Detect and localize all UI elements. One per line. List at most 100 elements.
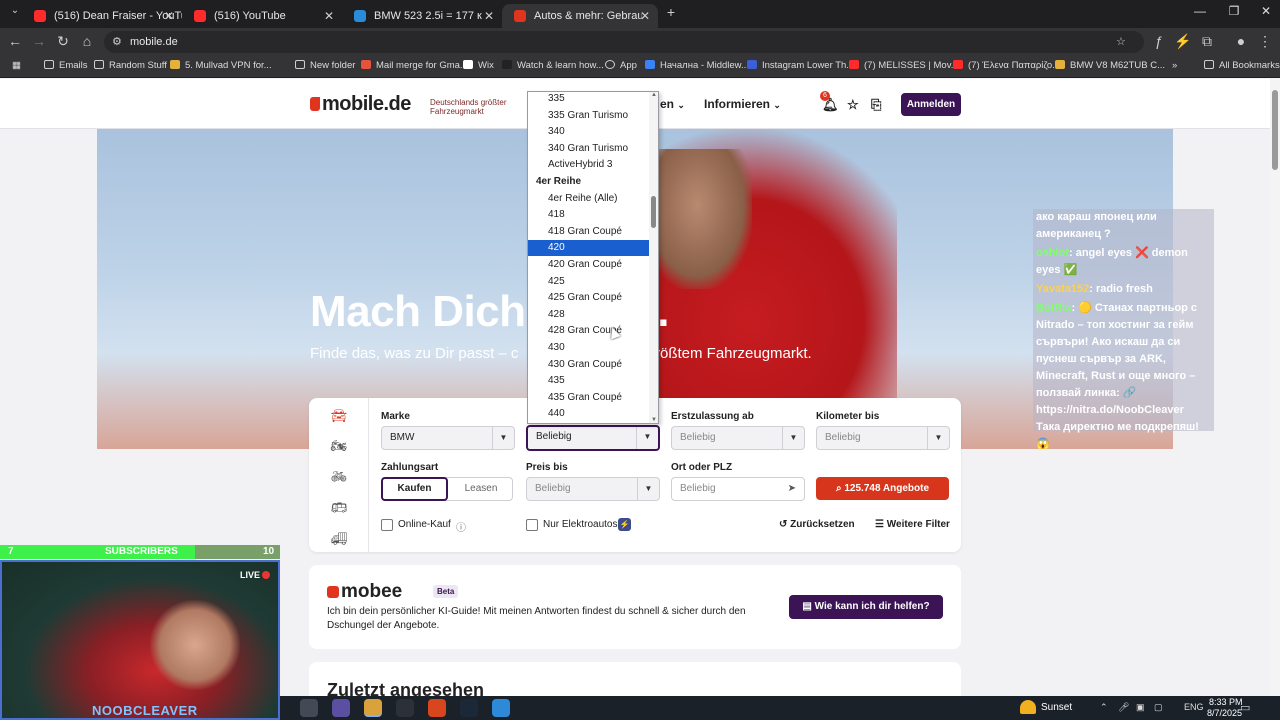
tab-close-icon[interactable]: ✕ xyxy=(484,6,494,26)
bookmark-mullvad[interactable]: 5. Mullvad VPN for... xyxy=(170,60,272,71)
taskbar-app-icon[interactable] xyxy=(300,699,318,717)
mobee-help-button[interactable]: ▤ Wie kann ich dir helfen? xyxy=(789,595,943,619)
page-scroll-thumb[interactable] xyxy=(1272,90,1278,170)
extension-icon[interactable]: ƒ xyxy=(1150,33,1168,49)
tab-close-icon[interactable]: ✕ xyxy=(164,6,174,26)
info-icon[interactable]: ⓘ xyxy=(456,519,466,534)
tray-icon[interactable]: ▢ xyxy=(1154,702,1163,713)
dropdown-option[interactable]: 428 xyxy=(528,307,650,323)
login-button[interactable]: Anmelden xyxy=(901,93,961,116)
tray-icon[interactable]: ⌃ xyxy=(1100,702,1108,713)
dropdown-option[interactable]: 430 xyxy=(528,340,650,356)
dropdown-scrollbar[interactable] xyxy=(649,92,658,423)
truck-icon[interactable]: 🚚︎ xyxy=(327,531,351,546)
dropdown-option[interactable]: 425 Gran Coupé xyxy=(528,290,650,306)
menu-icon[interactable]: ⋮ xyxy=(1256,33,1274,50)
lang-indicator[interactable]: ENG xyxy=(1184,702,1204,712)
dropdown-option[interactable]: 435 Gran Coupé xyxy=(528,390,650,406)
scroll-up-icon[interactable]: ▲ xyxy=(651,92,657,98)
marke-select[interactable]: BMW ▼ xyxy=(381,426,515,450)
leasen-option[interactable]: Leasen xyxy=(448,478,514,500)
modell-dropdown-list[interactable]: 335 335 Gran Turismo 340 340 Gran Turismo Ac… xyxy=(527,91,659,424)
motorcycle-icon[interactable]: 🏍︎ xyxy=(327,438,351,453)
scroll-down-icon[interactable]: ▼ xyxy=(651,417,657,423)
tray-icon[interactable]: ▣ xyxy=(1136,702,1145,713)
elektro-checkbox[interactable] xyxy=(526,519,538,531)
dropdown-option[interactable]: 440 xyxy=(528,406,650,422)
dropdown-scroll-thumb[interactable] xyxy=(651,196,656,228)
clock-date[interactable]: 8/7/2025 xyxy=(1207,708,1242,718)
dropdown-option[interactable]: 435 xyxy=(528,373,650,389)
site-info-icon[interactable]: ⚙ xyxy=(112,31,122,53)
more-filters-button[interactable]: ☰ Weitere Filter xyxy=(875,519,950,530)
location-icon[interactable]: ➤ xyxy=(788,478,796,500)
dropdown-option[interactable]: 428 Gran Coupé xyxy=(528,323,650,339)
taskbar-app-icon[interactable] xyxy=(428,699,446,717)
bookmarks-overflow-icon[interactable]: » xyxy=(1172,60,1177,71)
search-offers-button[interactable]: ⌕ 125.748 Angebote xyxy=(816,477,949,500)
taskbar-app-icon[interactable] xyxy=(492,699,510,717)
ort-input[interactable]: Beliebig ➤ xyxy=(671,477,805,501)
bookmark-watch-learn[interactable]: Watch & learn how... xyxy=(502,60,604,71)
page-scrollbar[interactable] xyxy=(1270,79,1280,696)
dropdown-option[interactable]: 4er Reihe (Alle) xyxy=(528,191,650,207)
home-icon[interactable]: ⌂ xyxy=(78,33,96,49)
dropdown-option[interactable]: 335 Gran Turismo xyxy=(528,108,650,124)
bookmark-nachalna[interactable]: Начална - Middlew... xyxy=(645,60,749,71)
close-window-icon[interactable]: ✕ xyxy=(1246,4,1280,18)
bookmark-wix[interactable]: Wix xyxy=(463,60,494,71)
bookmark-new-folder[interactable]: New folder xyxy=(295,60,355,71)
tray-icon[interactable]: 🎤︎ xyxy=(1118,702,1129,713)
clock-time[interactable]: 8:33 PM xyxy=(1209,697,1243,707)
extensions-puzzle-icon[interactable]: ⧉ xyxy=(1198,33,1216,50)
ebike-icon[interactable]: 🚲︎ xyxy=(327,469,351,484)
bookmark-icon[interactable]: ⎘ xyxy=(871,97,881,113)
car-icon[interactable]: 🚘︎ xyxy=(327,408,351,423)
bookmark-star-icon[interactable]: ☆ xyxy=(1116,31,1126,53)
bookmark-app[interactable]: App xyxy=(605,60,637,71)
tab-youtube[interactable]: (516) YouTube ✕ xyxy=(182,4,342,28)
modell-select[interactable]: Beliebig ▼ xyxy=(526,425,660,451)
dropdown-option[interactable]: 425 xyxy=(528,274,650,290)
apps-icon[interactable]: ▦ xyxy=(12,60,21,71)
bookmark-emails[interactable]: Emails xyxy=(44,60,88,71)
online-kauf-checkbox[interactable] xyxy=(381,519,393,531)
dropdown-option[interactable]: 335 xyxy=(528,92,650,107)
taskbar-app-icon[interactable] xyxy=(332,699,350,717)
reload-icon[interactable]: ↻ xyxy=(54,33,72,50)
dropdown-option[interactable]: 340 xyxy=(528,124,650,140)
dropdown-option[interactable]: 418 xyxy=(528,207,650,223)
mobile-de-logo[interactable]: mobile.de xyxy=(310,93,411,116)
profile-icon[interactable]: ● xyxy=(1232,33,1250,49)
tab-youtube-dean[interactable]: (516) Dean Fraiser - YouTube ✕ xyxy=(22,4,182,28)
dropdown-option[interactable]: 420 xyxy=(528,240,650,257)
tab-mobile-de[interactable]: Autos & mehr: Gebrauchtwagen ✕ xyxy=(502,4,658,28)
bookmark-bmw-v8[interactable]: BMW V8 M62TUB C... xyxy=(1055,60,1165,71)
tab-close-icon[interactable]: ✕ xyxy=(324,6,334,26)
kilometer-select[interactable]: Beliebig ▼ xyxy=(816,426,950,450)
bookmark-instagram[interactable]: Instagram Lower Th... xyxy=(747,60,854,71)
bookmark-elena[interactable]: (7) Έλενα Παπαρίζο... xyxy=(953,60,1060,71)
dropdown-option[interactable]: 420 Gran Coupé xyxy=(528,257,650,273)
star-icon[interactable]: ☆ xyxy=(847,97,859,113)
bookmark-random-stuff[interactable]: Random Stuff xyxy=(94,60,167,71)
forward-icon[interactable]: → xyxy=(30,33,48,49)
back-icon[interactable]: ← xyxy=(6,33,24,49)
address-input[interactable]: ⚙ mobile.de ☆ xyxy=(104,31,1144,53)
bookmark-melisses[interactable]: (7) MELISSES | Mov... xyxy=(849,60,959,71)
dropdown-option[interactable]: 340 Gran Turismo xyxy=(528,141,650,157)
nav-informieren[interactable]: Informieren ⌄ xyxy=(704,97,781,111)
bookmark-mail-merge[interactable]: Mail merge for Gma... xyxy=(361,60,468,71)
dropdown-option[interactable]: 430 Gran Coupé xyxy=(528,357,650,373)
chrome-icon[interactable] xyxy=(364,699,382,717)
new-tab-icon[interactable]: + xyxy=(662,4,680,20)
reset-button[interactable]: ↺ Zurücksetzen xyxy=(779,519,855,530)
tab-bmw[interactable]: BMW 523 2.5i = 177 к.с. = Наш ✕ xyxy=(342,4,502,28)
nav-partial[interactable]: en ⌄ xyxy=(660,97,685,111)
taskbar-app-icon[interactable] xyxy=(396,699,414,717)
weather-label[interactable]: Sunset xyxy=(1041,702,1072,713)
camper-icon[interactable]: 🚌︎ xyxy=(327,500,351,515)
dropdown-option[interactable]: 418 Gran Coupé xyxy=(528,224,650,240)
dropdown-option[interactable]: ActiveHybrid 3 xyxy=(528,157,650,173)
erstzulassung-select[interactable]: Beliebig ▼ xyxy=(671,426,805,450)
